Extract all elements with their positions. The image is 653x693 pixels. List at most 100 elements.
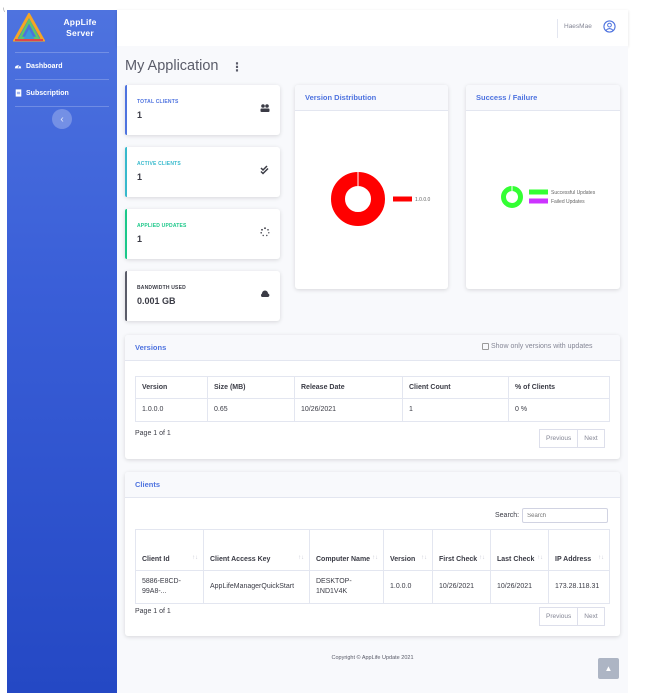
stat-card-applied-updates: APPLIED UPDATES 1 — [125, 209, 280, 259]
user-name[interactable]: HaesMae — [564, 23, 592, 30]
stat-value: 0.001 GB — [137, 296, 176, 306]
sidebar-divider — [15, 106, 109, 107]
clients-search: Search: — [495, 508, 609, 523]
versions-pagination: Previous Next — [539, 429, 605, 448]
success-failure-chart: Successful Updates Failed Updates — [501, 186, 596, 208]
table-row[interactable]: 5886-E8CD-99A8-... AppLifeManagerQuickSt… — [135, 570, 610, 604]
stat-card-bandwidth: BANDWIDTH USED 0.001 GB — [125, 271, 280, 321]
pie-slice[interactable] — [501, 186, 523, 208]
checkbox[interactable] — [482, 343, 489, 350]
stat-accent-bar — [125, 147, 127, 197]
show-versions-with-updates-toggle[interactable]: Show only versions with updates — [482, 343, 593, 350]
sidebar-item-label: Subscription — [26, 89, 69, 97]
search-label: Search: — [495, 512, 520, 519]
cell-percent-clients: 0 % — [508, 398, 610, 422]
column-header[interactable]: Last Check ↑↓ — [490, 529, 549, 571]
document-icon — [14, 89, 22, 97]
users-icon — [260, 104, 270, 112]
search-input[interactable] — [522, 508, 609, 523]
sort-icon: ↑↓ — [537, 555, 543, 561]
sort-icon: ↑↓ — [421, 555, 427, 561]
brand-line2: Server — [66, 28, 94, 38]
card-title: Success / Failure — [466, 85, 620, 111]
cell-computer-name: DESKTOP-1ND1V4K — [309, 570, 384, 604]
sidebar-item-dashboard[interactable]: Dashboard — [7, 53, 117, 79]
next-button[interactable]: Next — [578, 607, 605, 626]
version-distribution-card: Version Distribution 1.0.0.0 — [295, 85, 448, 289]
next-button[interactable]: Next — [578, 429, 605, 448]
legend-label: Successful Updates — [551, 190, 596, 196]
applife-logo-icon — [13, 13, 45, 42]
previous-button[interactable]: Previous — [539, 429, 579, 448]
sidebar-item-subscription[interactable]: Subscription — [7, 80, 117, 106]
checkbox-label: Show only versions with updates — [491, 343, 593, 350]
topbar-divider — [557, 19, 558, 38]
footer-copyright: Copyright © AppLife Update 2021 — [331, 655, 414, 661]
previous-button[interactable]: Previous — [539, 607, 579, 626]
versions-table-wrap: Version Size (MB) Release Date Client Co… — [135, 376, 610, 422]
column-header[interactable]: Version — [135, 376, 208, 399]
column-header[interactable]: Release Date — [294, 376, 403, 399]
clients-page-info: Page 1 of 1 — [135, 608, 171, 615]
versions-card: Versions Show only versions with updates… — [125, 335, 620, 459]
column-header[interactable]: Client Count — [402, 376, 509, 399]
page-menu-button[interactable]: ⋮ — [231, 60, 243, 74]
check-double-icon — [260, 165, 269, 175]
chevron-up-icon: ▲ — [604, 664, 613, 673]
page-title: My Application — [125, 58, 219, 74]
legend-label: Failed Updates — [551, 199, 585, 205]
column-header[interactable]: Computer Name ↑↓ — [309, 529, 384, 571]
stat-label: BANDWIDTH USED — [137, 285, 186, 291]
card-title: Clients — [125, 472, 620, 498]
stat-label: APPLIED UPDATES — [137, 223, 187, 229]
stat-accent-bar — [125, 85, 127, 135]
sidebar: AppLife Server Dashboard Subscription ‹ — [7, 10, 117, 693]
card-title: Version Distribution — [295, 85, 448, 111]
cell-client-count: 1 — [402, 398, 509, 422]
legend-label: 1.0.0.0 — [415, 197, 431, 203]
stat-card-active-clients: ACTIVE CLIENTS 1 — [125, 147, 280, 197]
scroll-to-top-button[interactable]: ▲ — [598, 658, 619, 679]
stat-label: ACTIVE CLIENTS — [137, 161, 181, 167]
table-row[interactable]: 1.0.0.0 0.65 10/26/2021 1 0 % — [135, 398, 610, 422]
cell-client-id: 5886-E8CD-99A8-... — [135, 570, 204, 604]
cell-version: 1.0.0.0 — [135, 398, 208, 422]
cloud-icon — [260, 290, 270, 297]
versions-page-info: Page 1 of 1 — [135, 430, 171, 437]
stat-label: TOTAL CLIENTS — [137, 99, 179, 105]
dashboard-icon — [14, 62, 22, 70]
main-content: My Application ⋮ TOTAL CLIENTS 1 ACTIVE … — [117, 46, 628, 693]
success-failure-card: Success / Failure Successful Updates Fail… — [466, 85, 620, 289]
stat-value: 1 — [137, 110, 143, 120]
stat-accent-bar — [125, 209, 127, 259]
column-header[interactable]: Size (MB) — [207, 376, 295, 399]
column-header[interactable]: Client Id ↑↓ — [135, 529, 204, 571]
stat-accent-bar — [125, 271, 127, 321]
clients-table-wrap: Client Id ↑↓ Client Access Key ↑↓ Computer… — [135, 529, 610, 604]
legend-swatch — [529, 198, 548, 204]
chevron-left-icon: ‹ — [60, 113, 64, 125]
cell-ip-address: 173.28.118.31 — [548, 570, 610, 604]
legend-swatch — [393, 196, 412, 202]
column-header[interactable]: Version ↑↓ — [383, 529, 433, 571]
version-distribution-chart: 1.0.0.0 — [331, 172, 431, 226]
stat-value: 1 — [137, 234, 143, 244]
column-header[interactable]: IP Address ↑↓ — [548, 529, 610, 571]
column-header[interactable]: First Check ↑↓ — [432, 529, 491, 571]
sidebar-toggle-button[interactable]: ‹ — [52, 109, 72, 129]
brand-line1: AppLife — [63, 17, 97, 27]
user-circle-icon[interactable] — [603, 20, 616, 33]
sort-icon: ↑↓ — [479, 555, 485, 561]
sort-icon: ↑↓ — [598, 555, 604, 561]
clients-table: Client Id ↑↓ Client Access Key ↑↓ Computer… — [135, 529, 610, 604]
brand[interactable]: AppLife Server — [7, 10, 117, 46]
cell-version: 1.0.0.0 — [383, 570, 433, 604]
sort-icon: ↑↓ — [192, 555, 198, 561]
column-header[interactable]: % of Clients — [508, 376, 610, 399]
sort-icon: ↑↓ — [298, 555, 304, 561]
corner-mark: \ — [3, 8, 5, 14]
stat-value: 1 — [137, 172, 143, 182]
cell-release-date: 10/26/2021 — [294, 398, 403, 422]
cell-last-check: 10/26/2021 — [490, 570, 549, 604]
column-header[interactable]: Client Access Key ↑↓ — [203, 529, 310, 571]
